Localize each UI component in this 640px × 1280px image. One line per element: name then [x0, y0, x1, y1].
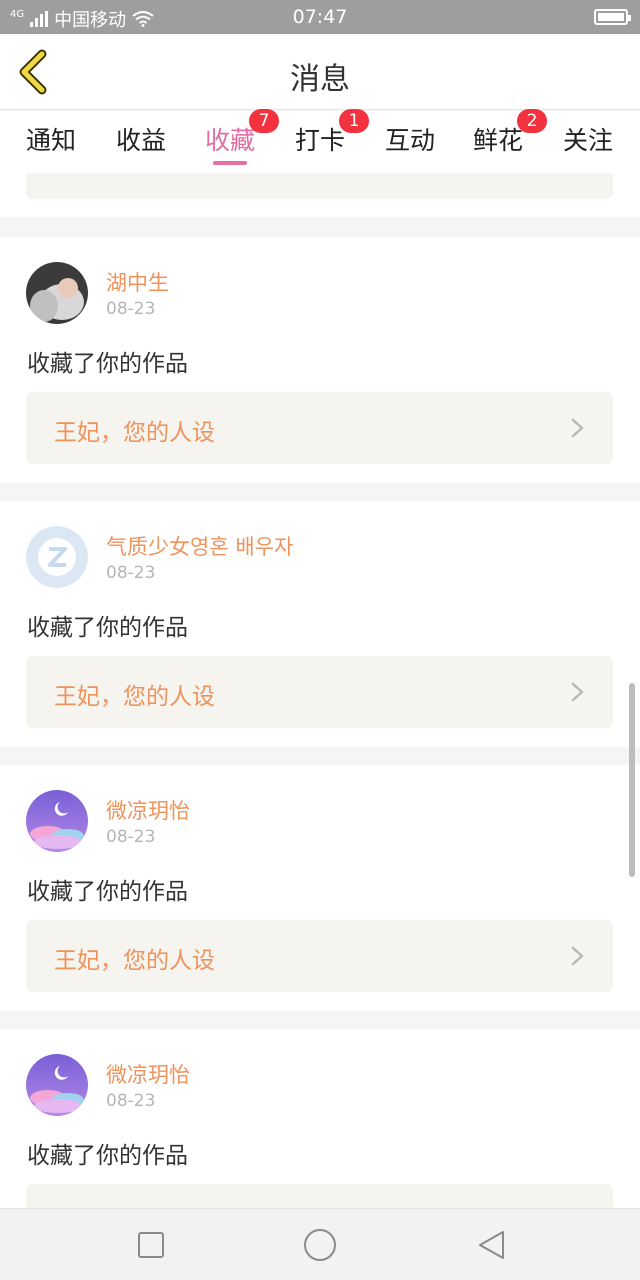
notification-list[interactable]: 湖中生 08-23 收藏了你的作品 王妃，您的人设 气质少女영혼 배우자 08-…: [0, 173, 640, 1208]
header: 消息: [0, 34, 640, 110]
tab-flowers[interactable]: 鲜花 2: [473, 109, 547, 157]
timestamp: 08-23: [106, 299, 156, 319]
tab-badge: 2: [517, 109, 547, 133]
tab-checkin[interactable]: 打卡 1: [295, 109, 369, 157]
chevron-right-icon: [571, 418, 584, 438]
list-item: 气质少女영혼 배우자 08-23 收藏了你的作品 王妃，您的人设: [0, 501, 640, 747]
work-link[interactable]: 王妃，您的人设: [26, 392, 613, 464]
tab-label: 收藏: [205, 126, 256, 155]
timestamp: 08-23: [106, 563, 156, 583]
tab-badge: 1: [339, 109, 369, 133]
square-icon[interactable]: [133, 1227, 169, 1263]
clock: 07:47: [292, 6, 348, 28]
tab-badge: 7: [249, 109, 279, 133]
tab-label: 鲜花: [473, 126, 524, 155]
tab-label: 关注: [563, 126, 614, 155]
avatar[interactable]: [26, 790, 88, 852]
work-title: 王妃，您的人设: [54, 948, 215, 974]
username[interactable]: 微凉玥怡: [106, 795, 190, 825]
work-link[interactable]: [26, 1184, 613, 1208]
work-link[interactable]: 王妃，您的人设: [26, 920, 613, 992]
tab-bar: 通知 收益 收藏 7 打卡 1 互动 鲜花 2 关注: [0, 109, 640, 173]
default-avatar-icon: [26, 526, 88, 588]
active-tab-indicator: [213, 161, 247, 165]
work-link[interactable]: 王妃，您的人设: [26, 656, 613, 728]
tab-notifications[interactable]: 通知: [26, 121, 76, 157]
timestamp: 08-23: [106, 1091, 156, 1111]
status-bar: 4G 中国移动 07:47: [0, 0, 640, 34]
moon-avatar-icon: [26, 1054, 88, 1116]
avatar[interactable]: [26, 1054, 88, 1116]
tab-earnings[interactable]: 收益: [116, 121, 166, 157]
tab-label: 收益: [116, 126, 167, 155]
battery-icon: [594, 9, 631, 25]
photo-avatar-icon: [26, 262, 88, 324]
scrollbar[interactable]: [629, 683, 635, 877]
avatar[interactable]: [26, 526, 88, 588]
chevron-right-icon: [571, 946, 584, 966]
list-item: 微凉玥怡 08-23 收藏了你的作品: [0, 1029, 640, 1208]
tab-label: 打卡: [295, 126, 346, 155]
work-title: 王妃，您的人设: [54, 420, 215, 446]
page-title: 消息: [290, 62, 350, 97]
action-text: 收藏了你的作品: [27, 879, 188, 905]
tab-label: 通知: [26, 126, 77, 155]
work-link-partial[interactable]: [26, 173, 613, 199]
tab-label: 互动: [385, 126, 436, 155]
action-text: 收藏了你的作品: [27, 351, 188, 377]
system-nav-bar: [0, 1208, 640, 1280]
tab-follow[interactable]: 关注: [563, 121, 613, 157]
moon-avatar-icon: [26, 790, 88, 852]
avatar[interactable]: [26, 262, 88, 324]
username[interactable]: 湖中生: [106, 267, 169, 297]
work-title: 王妃，您的人设: [54, 684, 215, 710]
list-item-partial: [0, 173, 640, 217]
username[interactable]: 气质少女영혼 배우자: [106, 531, 293, 561]
triangle-back-icon[interactable]: [474, 1227, 510, 1263]
action-text: 收藏了你的作品: [27, 1143, 188, 1169]
tab-interaction[interactable]: 互动: [385, 121, 435, 157]
username[interactable]: 微凉玥怡: [106, 1059, 190, 1089]
list-item: 湖中生 08-23 收藏了你的作品 王妃，您的人设: [0, 237, 640, 483]
timestamp: 08-23: [106, 827, 156, 847]
circle-icon[interactable]: [302, 1227, 338, 1263]
list-item: 微凉玥怡 08-23 收藏了你的作品 王妃，您的人设: [0, 765, 640, 1011]
action-text: 收藏了你的作品: [27, 615, 188, 641]
chevron-right-icon: [571, 682, 584, 702]
tab-favorites[interactable]: 收藏 7: [205, 109, 279, 157]
